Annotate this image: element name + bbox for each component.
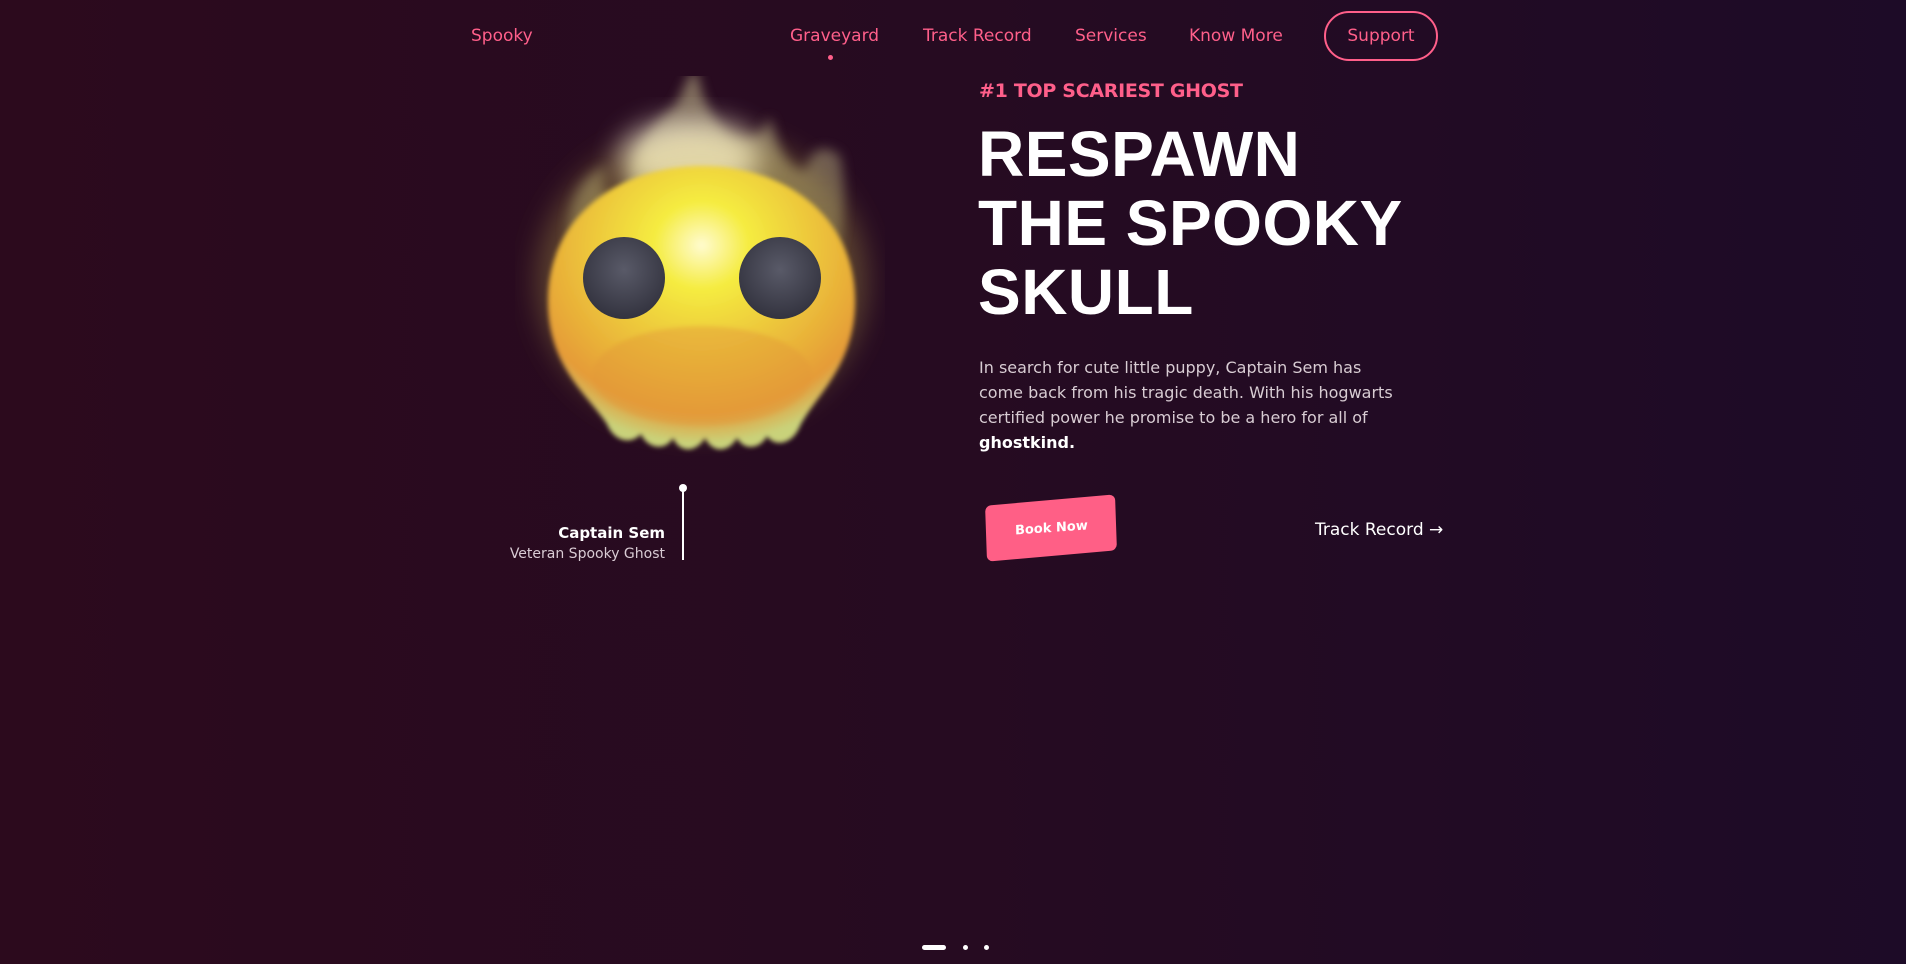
pager-dot-3[interactable] [984,945,989,950]
pager-dot-1-active[interactable] [922,945,946,950]
book-now-label: Book Now [1014,517,1088,539]
character-name: Captain Sem [558,524,665,542]
character-role: Veteran Spooky Ghost [509,546,665,562]
description-text: In search for cute little puppy, Captain… [979,358,1393,427]
book-now-button[interactable]: Book Now [985,494,1117,562]
pager-dot-2[interactable] [963,945,968,950]
support-button[interactable]: Support [1324,11,1438,61]
hero-description: In search for cute little puppy, Captain… [979,355,1409,455]
brand-logo-link[interactable]: Spooky [471,26,533,46]
caption-pin-line [682,489,684,560]
headline-line-3: SKULL [978,256,1194,328]
nav-link-services[interactable]: Services [1075,26,1147,46]
nav-link-graveyard[interactable]: Graveyard [790,26,879,46]
track-record-link[interactable]: Track Record → [1315,520,1443,540]
nav-link-track-record[interactable]: Track Record [923,26,1032,46]
skull-icon [515,76,885,456]
headline-line-2: THE SPOOKY [978,187,1403,259]
nav-active-indicator [828,55,833,60]
description-emphasis: ghostkind. [979,433,1076,452]
top-nav: Spooky Graveyard Track Record Services K… [0,0,1906,75]
hero-headline: RESPAWN THE SPOOKY SKULL [978,120,1403,327]
nav-link-know-more[interactable]: Know More [1189,26,1283,46]
headline-line-1: RESPAWN [978,118,1301,190]
hero-eyebrow: #1 TOP SCARIEST GHOST [979,80,1243,102]
